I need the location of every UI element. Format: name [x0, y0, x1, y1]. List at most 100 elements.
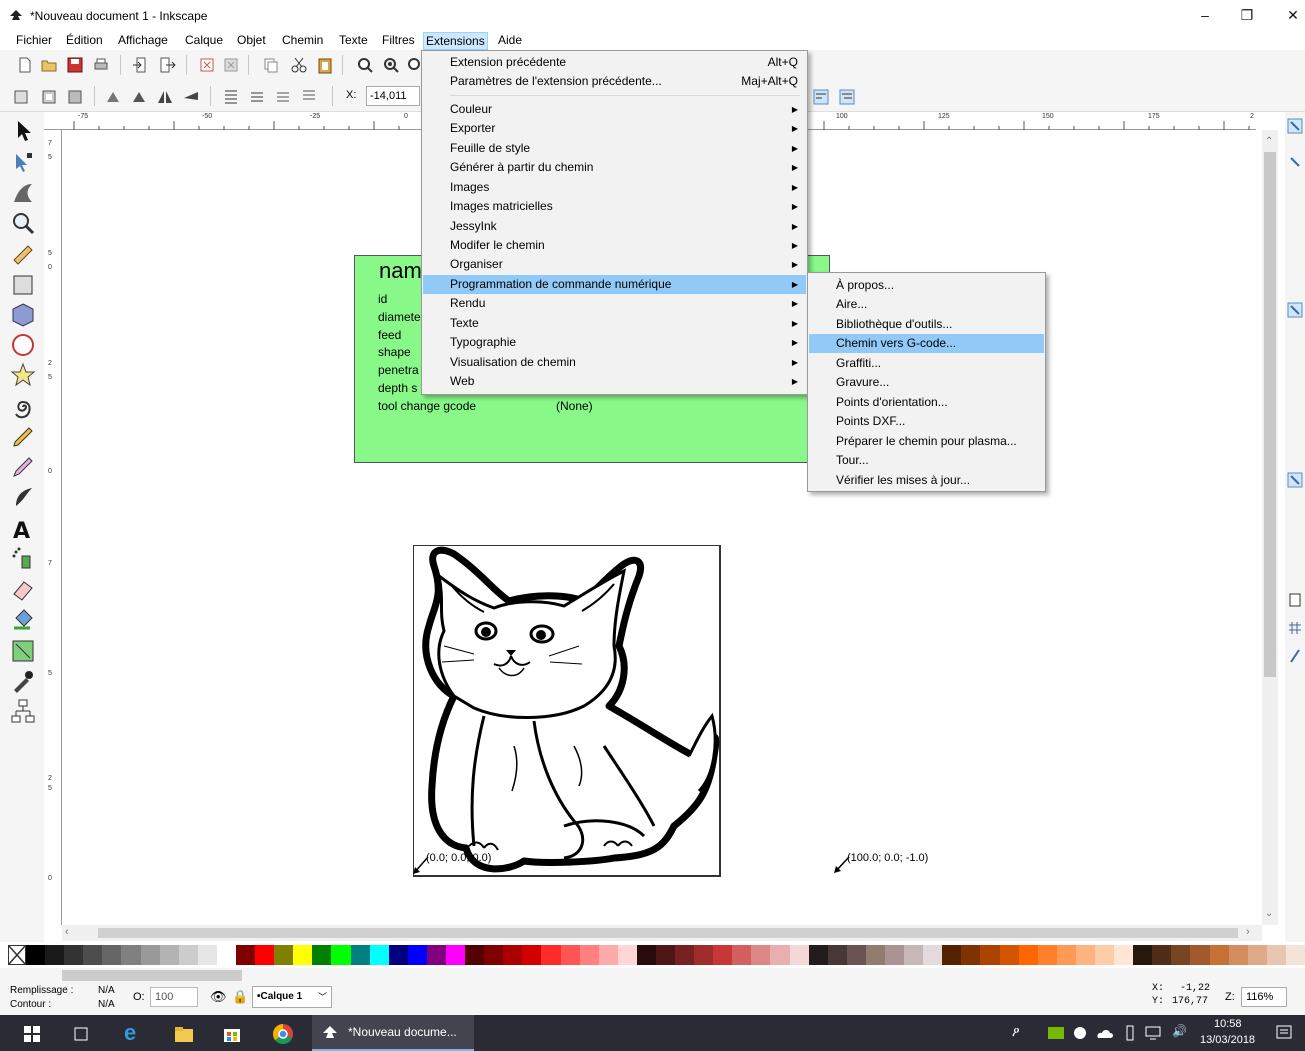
- submenu-item-points-orientation[interactable]: Points d'orientation...: [809, 393, 1044, 412]
- gradient-tool-icon[interactable]: [10, 638, 36, 664]
- color-swatch[interactable]: [999, 945, 1020, 965]
- import-icon[interactable]: [132, 56, 150, 74]
- menu-extensions[interactable]: Extensions: [423, 32, 488, 50]
- rotate-ccw-icon[interactable]: [104, 88, 122, 106]
- transform-corners-icon[interactable]: [838, 88, 856, 106]
- color-swatch[interactable]: [426, 945, 447, 965]
- palette-scrollbar[interactable]: [62, 970, 242, 981]
- menu-item-generer[interactable]: Générer à partir du chemin ▶: [423, 158, 806, 177]
- rotate-cw-icon[interactable]: [130, 88, 148, 106]
- restore-button[interactable]: ❐: [1224, 3, 1270, 27]
- color-swatch[interactable]: [522, 945, 543, 965]
- zoom-selection-icon[interactable]: [356, 56, 374, 74]
- submenu-item-gravure[interactable]: Gravure...: [809, 373, 1044, 392]
- color-swatch[interactable]: [1247, 945, 1268, 965]
- color-swatch[interactable]: [617, 945, 638, 965]
- color-swatch[interactable]: [274, 945, 295, 965]
- dropper-tool-icon[interactable]: [10, 668, 36, 694]
- menu-item-couleur[interactable]: Couleur ▶: [423, 100, 806, 119]
- color-swatch[interactable]: [1037, 945, 1058, 965]
- color-swatch[interactable]: [293, 945, 314, 965]
- pen-tool-icon[interactable]: [10, 454, 36, 480]
- menu-item-feuille-de-style[interactable]: Feuille de style ▶: [423, 139, 806, 158]
- scroll-left-icon[interactable]: ‹: [65, 926, 69, 938]
- snap-page-icon[interactable]: [1287, 592, 1303, 608]
- eraser-tool-icon[interactable]: [10, 576, 36, 602]
- color-swatch[interactable]: [1133, 945, 1154, 965]
- scroll-up-icon[interactable]: ⌃: [1265, 136, 1273, 147]
- color-swatch[interactable]: [598, 945, 619, 965]
- menu-item-organiser[interactable]: Organiser ▶: [423, 255, 806, 274]
- volume-icon[interactable]: 🔊: [1172, 1024, 1187, 1038]
- color-swatch[interactable]: [770, 945, 791, 965]
- color-swatch[interactable]: [1209, 945, 1230, 965]
- color-swatch[interactable]: [255, 945, 276, 965]
- network-shield-icon[interactable]: [1072, 1026, 1088, 1040]
- menu-item-typographie[interactable]: Typographie ▶: [423, 333, 806, 352]
- opacity-input[interactable]: 100: [150, 987, 198, 1007]
- menu-item-exporter[interactable]: Exporter ▶: [423, 119, 806, 138]
- select-all-icon[interactable]: [12, 88, 30, 106]
- taskbar-inkscape-button[interactable]: *Nouveau docume...: [312, 1015, 474, 1051]
- network-icon[interactable]: [1144, 1025, 1162, 1041]
- spiral-tool-icon[interactable]: [10, 394, 36, 420]
- color-swatch[interactable]: [1228, 945, 1249, 965]
- chrome-icon[interactable]: [272, 1023, 294, 1045]
- menu-aide[interactable]: Aide: [496, 32, 524, 50]
- rectangle-tool-icon[interactable]: [10, 272, 36, 298]
- color-swatch[interactable]: [655, 945, 676, 965]
- color-swatch[interactable]: [846, 945, 867, 965]
- paste-icon[interactable]: [316, 56, 334, 74]
- lower-to-bottom-icon[interactable]: [300, 88, 318, 106]
- color-swatch[interactable]: [865, 945, 886, 965]
- submenu-item-bibliotheque-outils[interactable]: Bibliothèque d'outils...: [809, 315, 1044, 334]
- raise-icon[interactable]: [248, 88, 266, 106]
- color-swatch[interactable]: [942, 945, 963, 965]
- usb-icon[interactable]: [1124, 1025, 1136, 1041]
- scroll-right-icon[interactable]: ›: [1246, 926, 1250, 938]
- menu-item-programmation-cn[interactable]: Programmation de commande numérique ▶: [423, 275, 806, 294]
- minimize-button[interactable]: –: [1182, 3, 1228, 27]
- color-swatch[interactable]: [904, 945, 925, 965]
- color-swatch[interactable]: [1190, 945, 1211, 965]
- color-swatch[interactable]: [83, 945, 104, 965]
- snap-grid-icon[interactable]: [1287, 620, 1303, 636]
- flip-vertical-icon[interactable]: [182, 88, 200, 106]
- horizontal-scrollbar[interactable]: ‹ ›: [62, 925, 1262, 941]
- color-swatch[interactable]: [178, 945, 199, 965]
- copy-icon[interactable]: [262, 56, 280, 74]
- selector-tool-icon[interactable]: [10, 118, 36, 144]
- color-swatch[interactable]: [1075, 945, 1096, 965]
- cat-drawing-frame[interactable]: [413, 545, 721, 877]
- color-swatch[interactable]: [445, 945, 466, 965]
- menu-affichage[interactable]: Affichage: [116, 32, 170, 50]
- submenu-item-a-propos[interactable]: À propos...: [809, 276, 1044, 295]
- menu-item-web[interactable]: Web ▶: [423, 372, 806, 391]
- snap-toggle-icon[interactable]: [1287, 118, 1303, 134]
- export-icon[interactable]: [158, 56, 176, 74]
- clock-time[interactable]: 10:58: [1214, 1018, 1242, 1030]
- scroll-down-icon[interactable]: ⌄: [1265, 908, 1273, 919]
- submenu-item-points-dxf[interactable]: Points DXF...: [809, 412, 1044, 431]
- color-swatch[interactable]: [1018, 945, 1039, 965]
- spray-tool-icon[interactable]: [10, 546, 36, 572]
- zoom-drawing-icon[interactable]: [382, 56, 400, 74]
- stroke-value[interactable]: N/A: [98, 999, 115, 1010]
- notification-icon[interactable]: [1276, 1025, 1294, 1043]
- layer-selector[interactable]: •Calque 1 ﹀: [252, 986, 332, 1008]
- submenu-item-tour[interactable]: Tour...: [809, 451, 1044, 470]
- paint-bucket-tool-icon[interactable]: [10, 606, 36, 632]
- menu-item-images[interactable]: Images ▶: [423, 178, 806, 197]
- submenu-item-verifier-mises-a-jour[interactable]: Vérifier les mises à jour...: [809, 471, 1044, 490]
- menu-filtres[interactable]: Filtres: [380, 32, 417, 50]
- flip-horizontal-icon[interactable]: [156, 88, 174, 106]
- edge-browser-icon[interactable]: e: [124, 1020, 136, 1046]
- save-icon[interactable]: [66, 56, 84, 74]
- deselect-icon[interactable]: [66, 88, 84, 106]
- color-swatch[interactable]: [407, 945, 428, 965]
- color-swatch[interactable]: [789, 945, 810, 965]
- color-swatch[interactable]: [465, 945, 486, 965]
- submenu-item-graffiti[interactable]: Graffiti...: [809, 354, 1044, 373]
- zoom-tool-icon[interactable]: [10, 210, 36, 236]
- color-swatch[interactable]: [1266, 945, 1287, 965]
